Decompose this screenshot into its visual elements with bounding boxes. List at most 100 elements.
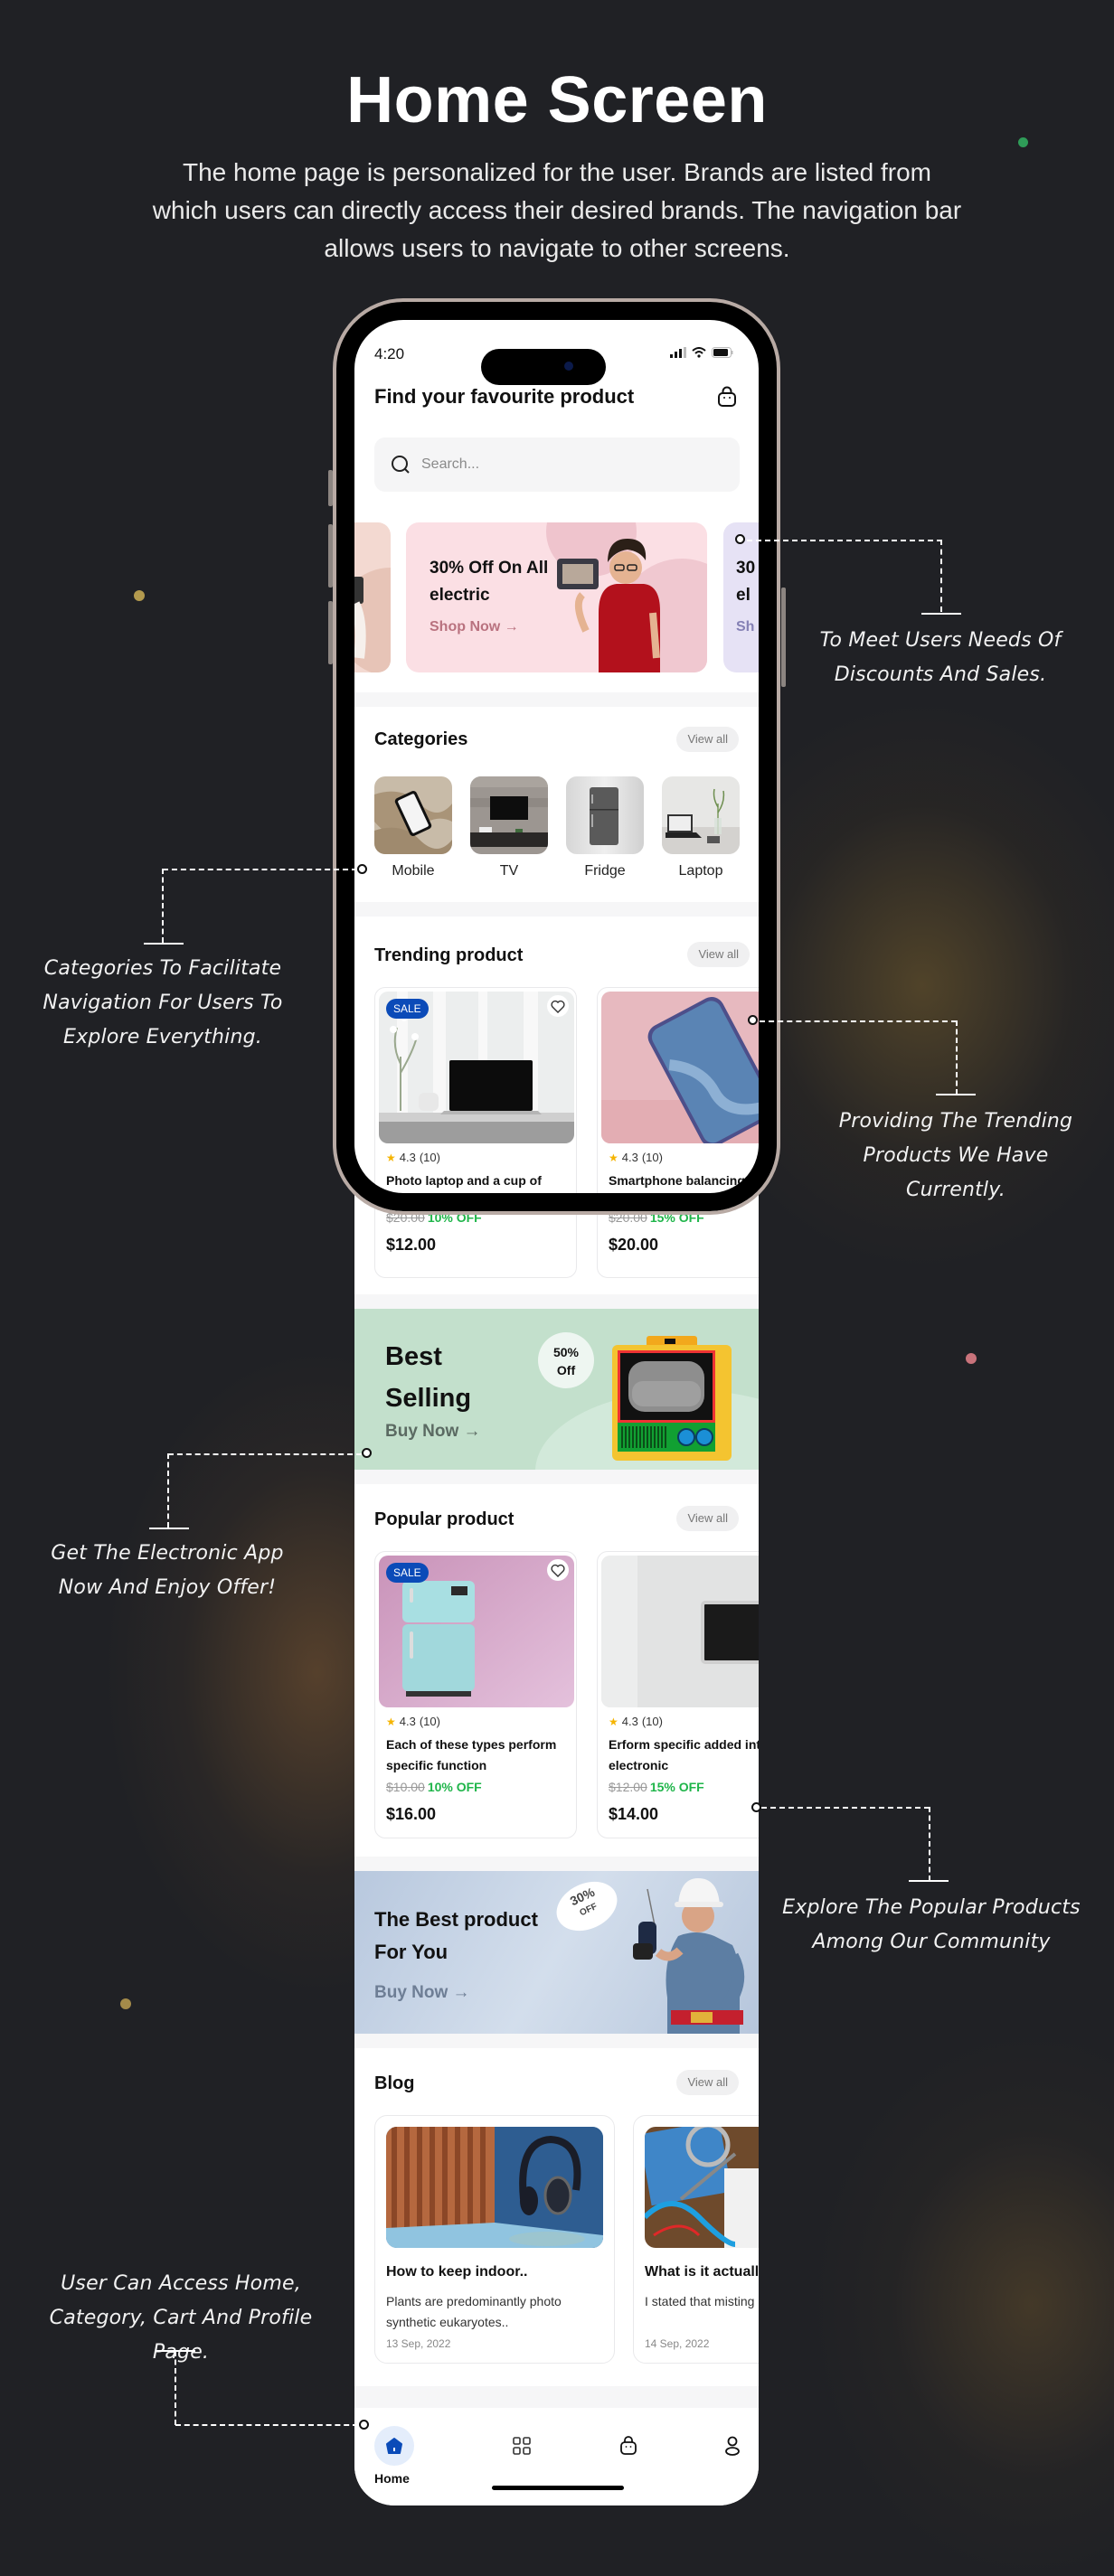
- page-description: The home page is personalized for the us…: [152, 158, 962, 262]
- section-divider: [354, 2034, 759, 2048]
- annotation-connector: [175, 2351, 176, 2425]
- product-discount-row: $20.00 10% OFF: [386, 1210, 482, 1227]
- annotation-navigation: User Can Access Home, Category, Cart And…: [49, 2272, 313, 2364]
- home-icon: [386, 2438, 402, 2454]
- trending-view-all-button[interactable]: View all: [687, 942, 750, 967]
- promo-card[interactable]: 30% Off On All electric Shop Now →: [406, 522, 707, 672]
- category-item-laptop[interactable]: Laptop: [662, 776, 740, 879]
- decorative-dot: [134, 590, 145, 601]
- search-input[interactable]: [421, 456, 711, 473]
- discount-label: 15% OFF: [649, 1210, 704, 1225]
- category-label: Mobile: [392, 863, 435, 879]
- blog-post-date: 14 Sep, 2022: [645, 2337, 710, 2350]
- buy-now-link[interactable]: Buy Now →: [385, 1422, 481, 1442]
- product-name: Smartphone balancing: [609, 1173, 745, 1188]
- cart-button[interactable]: [715, 385, 739, 409]
- signal-icon: [670, 347, 686, 358]
- worker-with-drill-image: [633, 1878, 744, 2034]
- heart-icon: [551, 1000, 565, 1013]
- discount-label: 10% OFF: [427, 1780, 482, 1794]
- star-icon: ★: [609, 1715, 618, 1728]
- battery-icon: [712, 347, 733, 358]
- annotation-connector: [909, 1880, 949, 1882]
- discount-label: 10% OFF: [427, 1210, 482, 1225]
- category-item-mobile[interactable]: Mobile: [374, 776, 452, 879]
- product-card[interactable]: ★ 4.3 (10) Smartphone balancing $20.00 15%…: [597, 987, 759, 1278]
- product-image: [601, 992, 759, 1143]
- nav-category[interactable]: [502, 2426, 542, 2466]
- category-label: Fridge: [584, 863, 626, 879]
- best-selling-banner[interactable]: Best Selling Buy Now → 50% Off: [354, 1309, 759, 1470]
- best-product-banner[interactable]: The Best product For You Buy Now → 30% OFF: [354, 1871, 759, 2034]
- category-item-tv[interactable]: TV: [470, 776, 548, 879]
- product-image: [601, 1556, 759, 1707]
- blog-image: [645, 2127, 759, 2248]
- annotation-connector: [149, 1528, 189, 1529]
- original-price: $10.00: [386, 1780, 425, 1794]
- nav-cart[interactable]: [609, 2426, 648, 2466]
- category-image: [662, 776, 740, 854]
- status-bar: 4:20: [354, 333, 759, 385]
- annotation-connector: [168, 1453, 362, 1455]
- discount-bubble: 50% Off: [538, 1332, 594, 1388]
- decorative-dot: [1018, 137, 1028, 147]
- decorative-dot: [120, 1998, 131, 2009]
- product-card[interactable]: SALE ★ 4.3 (10) Each of these types perfo…: [374, 1551, 577, 1838]
- sale-badge: SALE: [386, 999, 429, 1019]
- product-rating: ★ 4.3 (10): [386, 1151, 440, 1164]
- category-image: [470, 776, 548, 854]
- shopping-bag-icon: [620, 2436, 637, 2455]
- product-rating: ★ 4.3 (10): [609, 1715, 663, 1728]
- search-bar[interactable]: [374, 437, 740, 492]
- blog-image: [386, 2127, 603, 2248]
- blog-title: Blog: [374, 2073, 415, 2093]
- annotation-connector: [760, 1020, 957, 1022]
- annotation-anchor: [362, 1448, 372, 1458]
- blog-post-title: How to keep indoor..: [386, 2264, 528, 2280]
- phone-side-button: [328, 601, 333, 664]
- annotation-offer: Get The Electronic App Now And Enjoy Off…: [51, 1542, 284, 1599]
- nav-profile[interactable]: [713, 2426, 752, 2466]
- original-price: $12.00: [609, 1780, 647, 1794]
- blog-card[interactable]: What is it actually I stated that mistin…: [633, 2115, 759, 2364]
- star-icon: ★: [609, 1151, 618, 1164]
- annotation-trending: Providing The Trending Products We Have …: [838, 1110, 1073, 1201]
- annotation-connector: [144, 943, 184, 945]
- categories-view-all-button[interactable]: View all: [676, 727, 739, 752]
- blog-post-date: 13 Sep, 2022: [386, 2337, 451, 2350]
- product-price: $12.00: [386, 1236, 437, 1254]
- promo-card-next[interactable]: 30 el Sh: [723, 522, 759, 672]
- shop-now-link[interactable]: Shop Now →: [430, 619, 519, 635]
- blog-card[interactable]: How to keep indoor.. Plants are predomin…: [374, 2115, 615, 2364]
- blog-post-excerpt: Plants are predominantly photo synthetic…: [386, 2294, 562, 2329]
- category-image: [566, 776, 644, 854]
- annotation-connector: [936, 1094, 976, 1095]
- category-image: [374, 776, 452, 854]
- promo-card-previous[interactable]: [354, 522, 391, 672]
- nav-home[interactable]: [374, 2426, 414, 2466]
- phone-screen: 4:20 Find your favourite product 30% Off…: [354, 320, 759, 2505]
- page-title: Home Screen: [346, 64, 768, 136]
- section-divider: [354, 1294, 759, 1309]
- categories-title: Categories: [374, 729, 468, 749]
- section-divider: [354, 902, 759, 917]
- product-price: $20.00: [609, 1236, 659, 1254]
- product-price: $16.00: [386, 1805, 437, 1823]
- popular-view-all-button[interactable]: View all: [676, 1506, 739, 1531]
- wishlist-button[interactable]: [547, 995, 569, 1017]
- product-discount-row: $10.00 10% OFF: [386, 1780, 482, 1796]
- product-card[interactable]: ★ 4.3 (10) Erform specific added into ele…: [597, 1551, 759, 1838]
- annotation-connector: [167, 1453, 169, 1528]
- annotation-anchor: [735, 534, 745, 544]
- blog-view-all-button[interactable]: View all: [676, 2070, 739, 2095]
- product-card[interactable]: SALE ★ 4.3 (10) Photo laptop and a cup of…: [374, 987, 577, 1278]
- buy-now-link[interactable]: Buy Now →: [374, 1983, 470, 2003]
- nav-home-label: Home: [374, 2471, 410, 2486]
- trending-title: Trending product: [374, 945, 524, 965]
- promo-carousel[interactable]: 30% Off On All electric Shop Now → 30 el …: [354, 522, 759, 674]
- annotation-discounts: To Meet Users Needs Of Discounts And Sal…: [819, 629, 1062, 686]
- bottom-navigation: Home: [354, 2408, 759, 2505]
- category-item-fridge[interactable]: Fridge: [566, 776, 644, 879]
- wishlist-button[interactable]: [547, 1559, 569, 1581]
- annotation-anchor: [359, 2420, 369, 2430]
